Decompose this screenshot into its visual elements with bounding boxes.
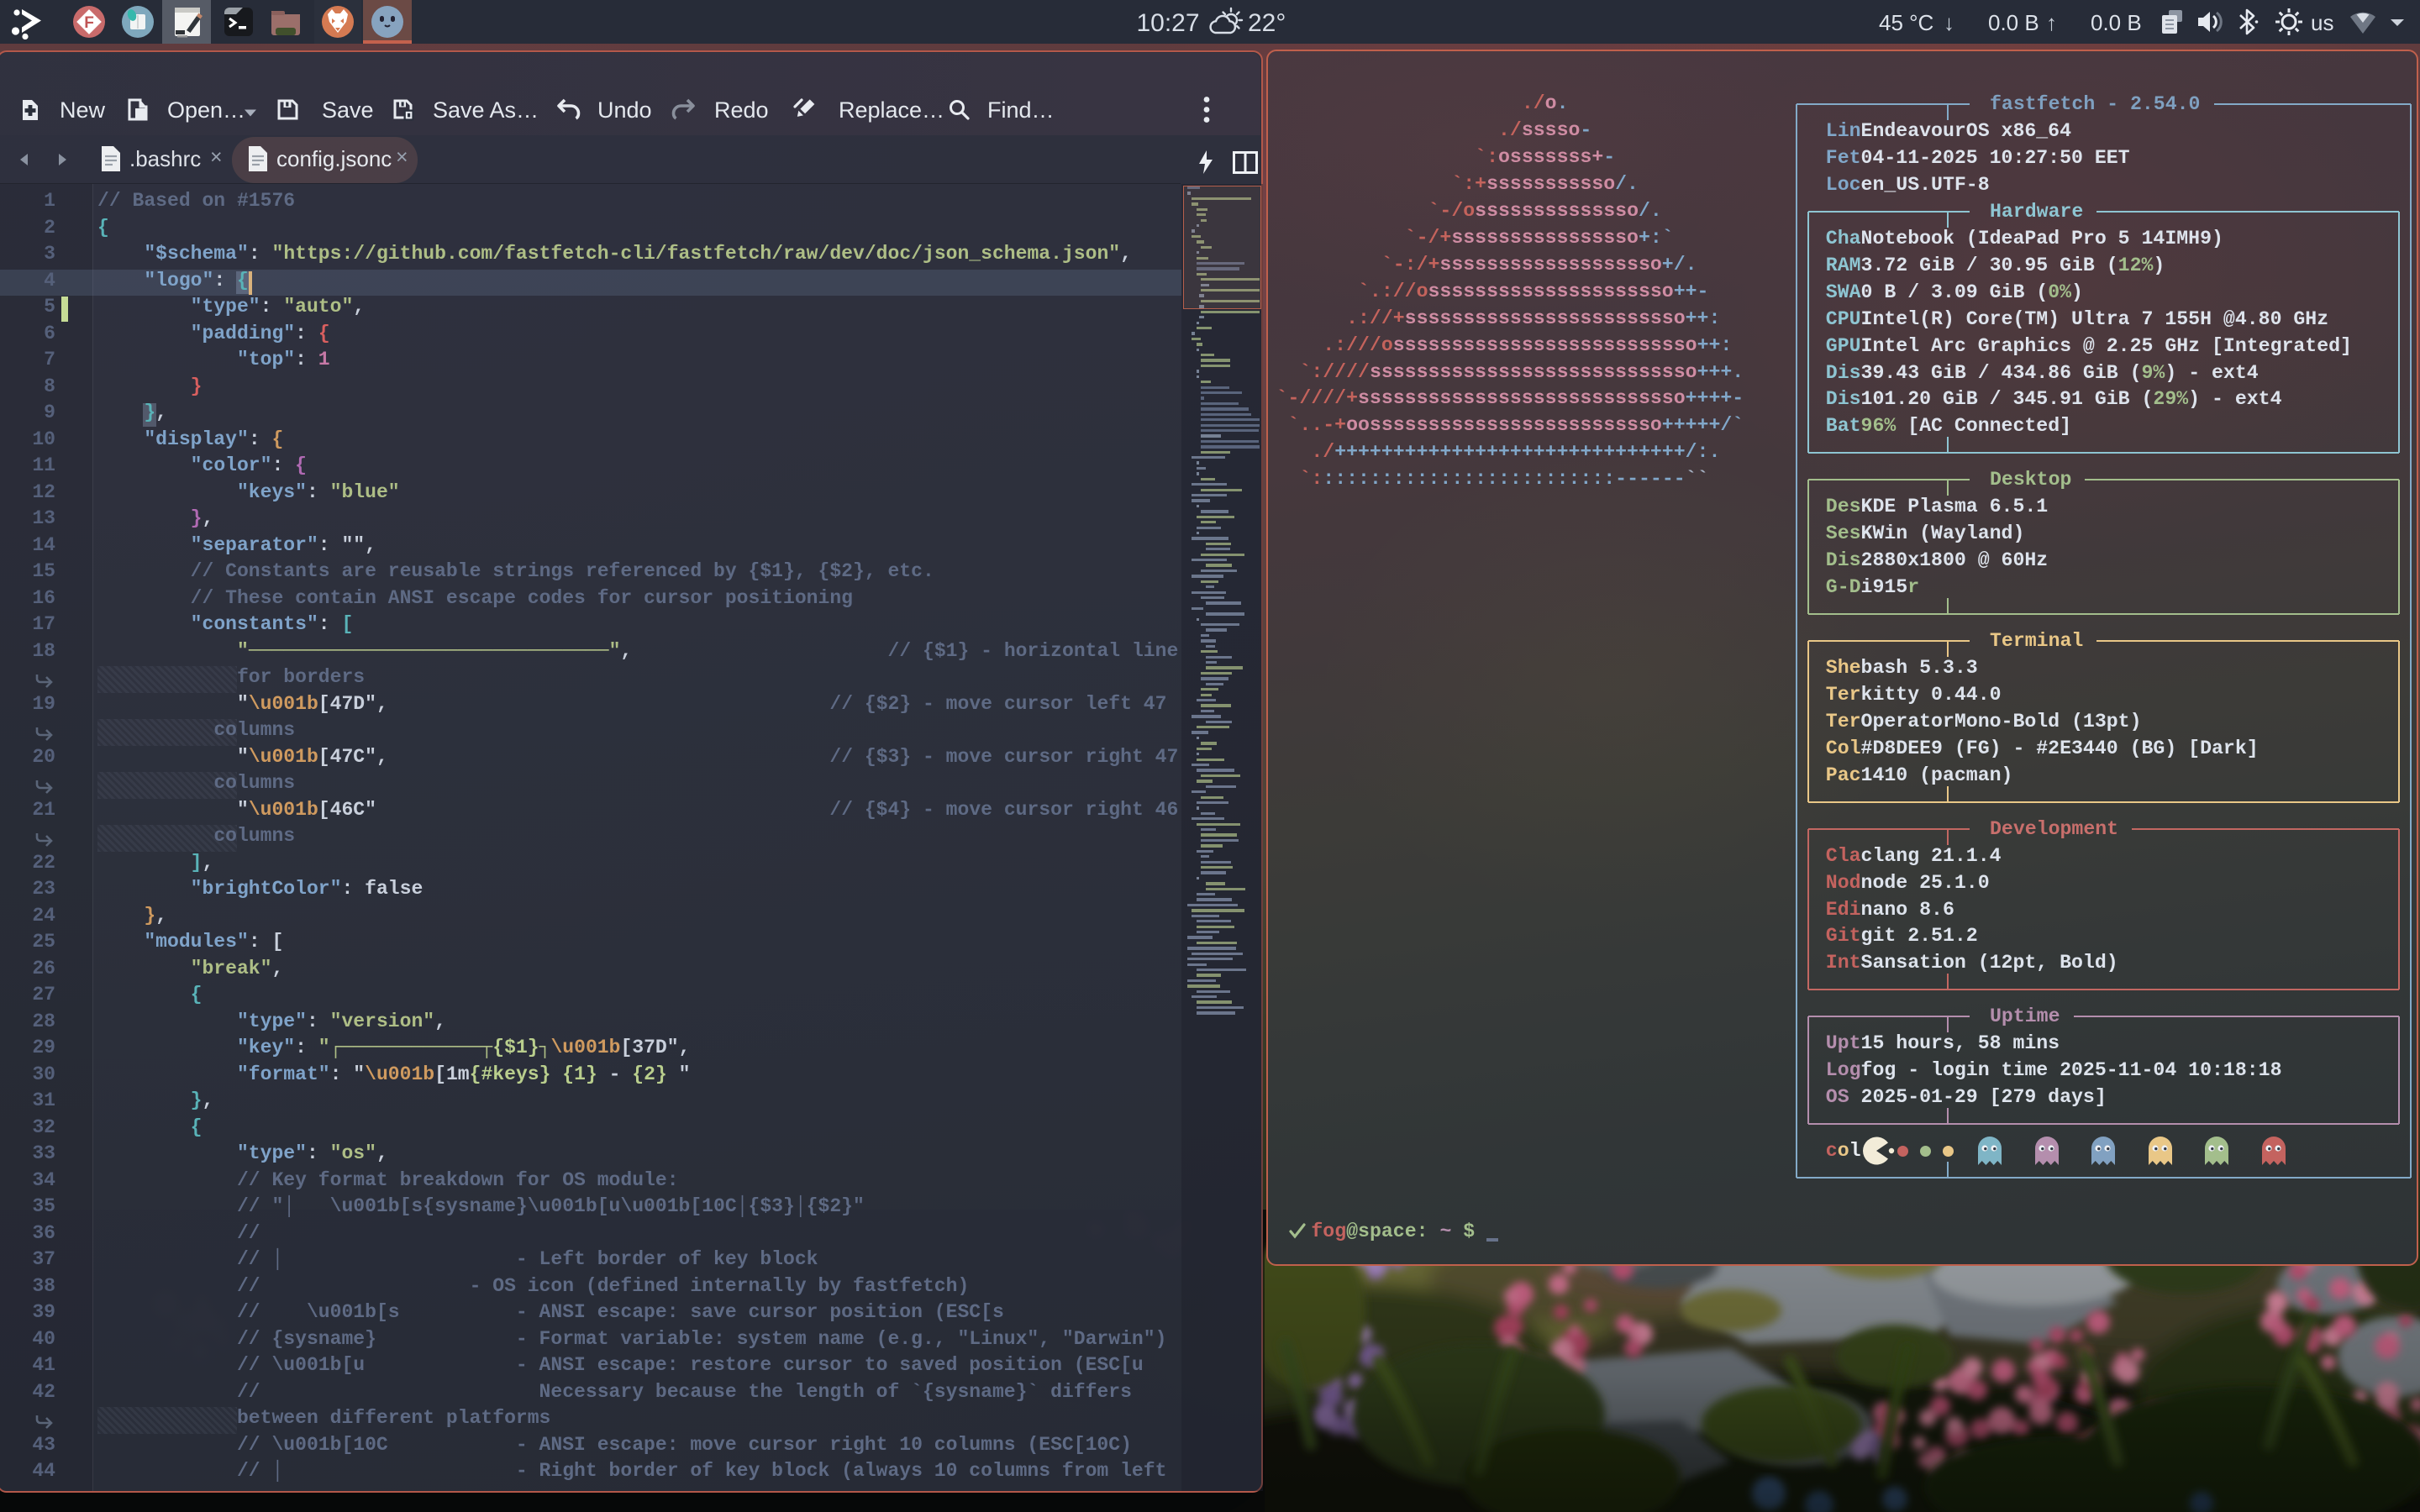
svg-text:F: F — [84, 14, 94, 32]
